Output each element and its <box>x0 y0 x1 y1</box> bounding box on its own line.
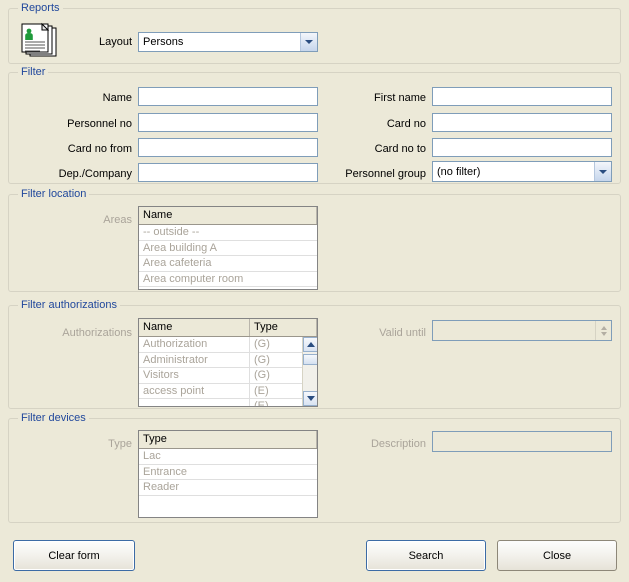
reports-group-legend: Reports <box>18 2 63 14</box>
list-item[interactable]: Entrance <box>139 465 317 480</box>
dep-company-label: Dep./Company <box>58 168 132 180</box>
layout-combobox-value: Persons <box>143 36 184 48</box>
authorizations-column-type: Type <box>250 319 317 336</box>
authorizations-cell-name: Visitors <box>139 368 250 383</box>
authorizations-cell-name: Administrator <box>139 352 250 367</box>
filter-authorizations-group-legend: Filter authorizations <box>18 299 120 311</box>
list-item[interactable]: Area cafeteria <box>139 256 317 272</box>
spinner-up-icon[interactable] <box>600 325 607 330</box>
device-type-listview-header: Type <box>139 431 317 449</box>
table-row[interactable]: (E) <box>139 399 317 406</box>
chevron-up-icon <box>306 342 315 347</box>
clear-form-button-label: Clear form <box>48 549 100 562</box>
authorizations-cell-name: access point <box>139 383 250 398</box>
scrollbar-thumb[interactable] <box>303 354 317 365</box>
personnel-group-combobox[interactable]: (no filter) <box>432 161 612 182</box>
device-type-listview-body: Lac Entrance Reader <box>139 449 317 517</box>
device-type-cell: Reader <box>143 481 180 493</box>
personnel-group-value: (no filter) <box>437 165 481 178</box>
first-name-label: First name <box>374 92 426 104</box>
authorizations-vertical-scrollbar[interactable] <box>302 337 317 406</box>
areas-cell-name: Area computer room <box>143 272 244 285</box>
areas-cell-name: Area building A <box>143 241 217 254</box>
areas-label: Areas <box>103 214 132 226</box>
description-label: Description <box>370 438 426 450</box>
authorizations-column-name: Name <box>139 319 250 336</box>
areas-cell-name: Area cafeteria <box>143 257 212 269</box>
table-row[interactable]: access point (E) <box>139 383 317 399</box>
chevron-down-icon <box>305 40 313 44</box>
list-item[interactable]: Area computer room <box>139 272 317 287</box>
filter-group-legend: Filter <box>18 66 49 78</box>
spinner-down-icon[interactable] <box>600 331 607 336</box>
search-button-label: Search <box>408 549 444 562</box>
card-no-to-input[interactable] <box>432 138 612 157</box>
valid-until-label: Valid until <box>379 327 426 339</box>
areas-column-name: Name <box>139 207 317 224</box>
layout-label: Layout <box>98 36 132 48</box>
areas-listview[interactable]: Name -- outside -- Area building A Area … <box>138 206 318 290</box>
list-item[interactable]: Reader <box>139 480 317 496</box>
table-row[interactable]: Visitors (G) <box>139 368 317 384</box>
personnel-no-label: Personnel no <box>67 118 132 130</box>
device-type-cell: Lac <box>143 450 161 462</box>
authorizations-cell-name: Authorization <box>139 337 250 352</box>
scrollbar-up-button[interactable] <box>303 337 317 352</box>
card-no-from-input[interactable] <box>138 138 318 157</box>
search-button[interactable]: Search <box>366 540 486 571</box>
name-label: Name <box>102 92 132 104</box>
filter-devices-group-legend: Filter devices <box>18 412 89 424</box>
chevron-down-icon <box>306 396 315 401</box>
card-no-from-label: Card no from <box>67 143 132 155</box>
device-type-cell <box>139 511 317 517</box>
list-item[interactable]: Area building A <box>139 241 317 256</box>
layout-combobox[interactable]: Persons <box>138 32 318 52</box>
personnel-no-input[interactable] <box>138 113 318 132</box>
card-no-to-label: Card no to <box>374 143 426 155</box>
card-no-input[interactable] <box>432 113 612 132</box>
authorizations-listview[interactable]: Name Type Authorization (G) Administrato… <box>138 318 318 407</box>
layout-dropdown-button[interactable] <box>300 33 317 51</box>
clear-form-button[interactable]: Clear form <box>13 540 135 571</box>
personnel-group-label: Personnel group <box>345 168 426 180</box>
table-row[interactable]: Administrator (G) <box>139 352 317 368</box>
device-type-cell: Entrance <box>143 465 188 478</box>
table-row[interactable]: Authorization (G) <box>139 337 317 353</box>
areas-cell-name <box>139 287 317 289</box>
scrollbar-down-button[interactable] <box>303 391 317 406</box>
device-type-column-type: Type <box>139 431 317 448</box>
valid-until-spin-buttons[interactable] <box>595 321 611 340</box>
areas-cell-name: -- outside -- <box>143 226 200 238</box>
valid-until-spinner[interactable] <box>432 320 612 341</box>
areas-listview-header: Name <box>139 207 317 225</box>
list-item[interactable]: -- outside -- <box>139 225 317 241</box>
first-name-input[interactable] <box>432 87 612 106</box>
list-item[interactable] <box>139 287 317 289</box>
device-type-label: Type <box>108 438 132 450</box>
filter-location-group-legend: Filter location <box>18 188 90 200</box>
close-button[interactable]: Close <box>497 540 617 571</box>
list-item[interactable] <box>139 496 317 512</box>
scrollbar-down-wrap <box>303 391 317 406</box>
authorizations-listview-body: Authorization (G) Administrator (G) Visi… <box>139 337 317 406</box>
personnel-group-dropdown-button[interactable] <box>594 162 611 181</box>
close-button-label: Close <box>542 549 572 562</box>
chevron-down-icon <box>599 169 607 174</box>
list-item[interactable]: Lac <box>139 449 317 465</box>
list-item[interactable] <box>139 511 317 517</box>
card-no-label: Card no <box>386 118 426 130</box>
dep-company-input[interactable] <box>138 163 318 182</box>
authorizations-cell-name <box>139 399 250 406</box>
device-type-listview[interactable]: Type Lac Entrance Reader <box>138 430 318 518</box>
name-input[interactable] <box>138 87 318 106</box>
description-input[interactable] <box>432 431 612 452</box>
authorizations-label: Authorizations <box>62 327 132 339</box>
device-type-cell <box>139 496 317 512</box>
authorizations-listview-header: Name Type <box>139 319 317 337</box>
areas-listview-body: -- outside -- Area building A Area cafet… <box>139 225 317 289</box>
